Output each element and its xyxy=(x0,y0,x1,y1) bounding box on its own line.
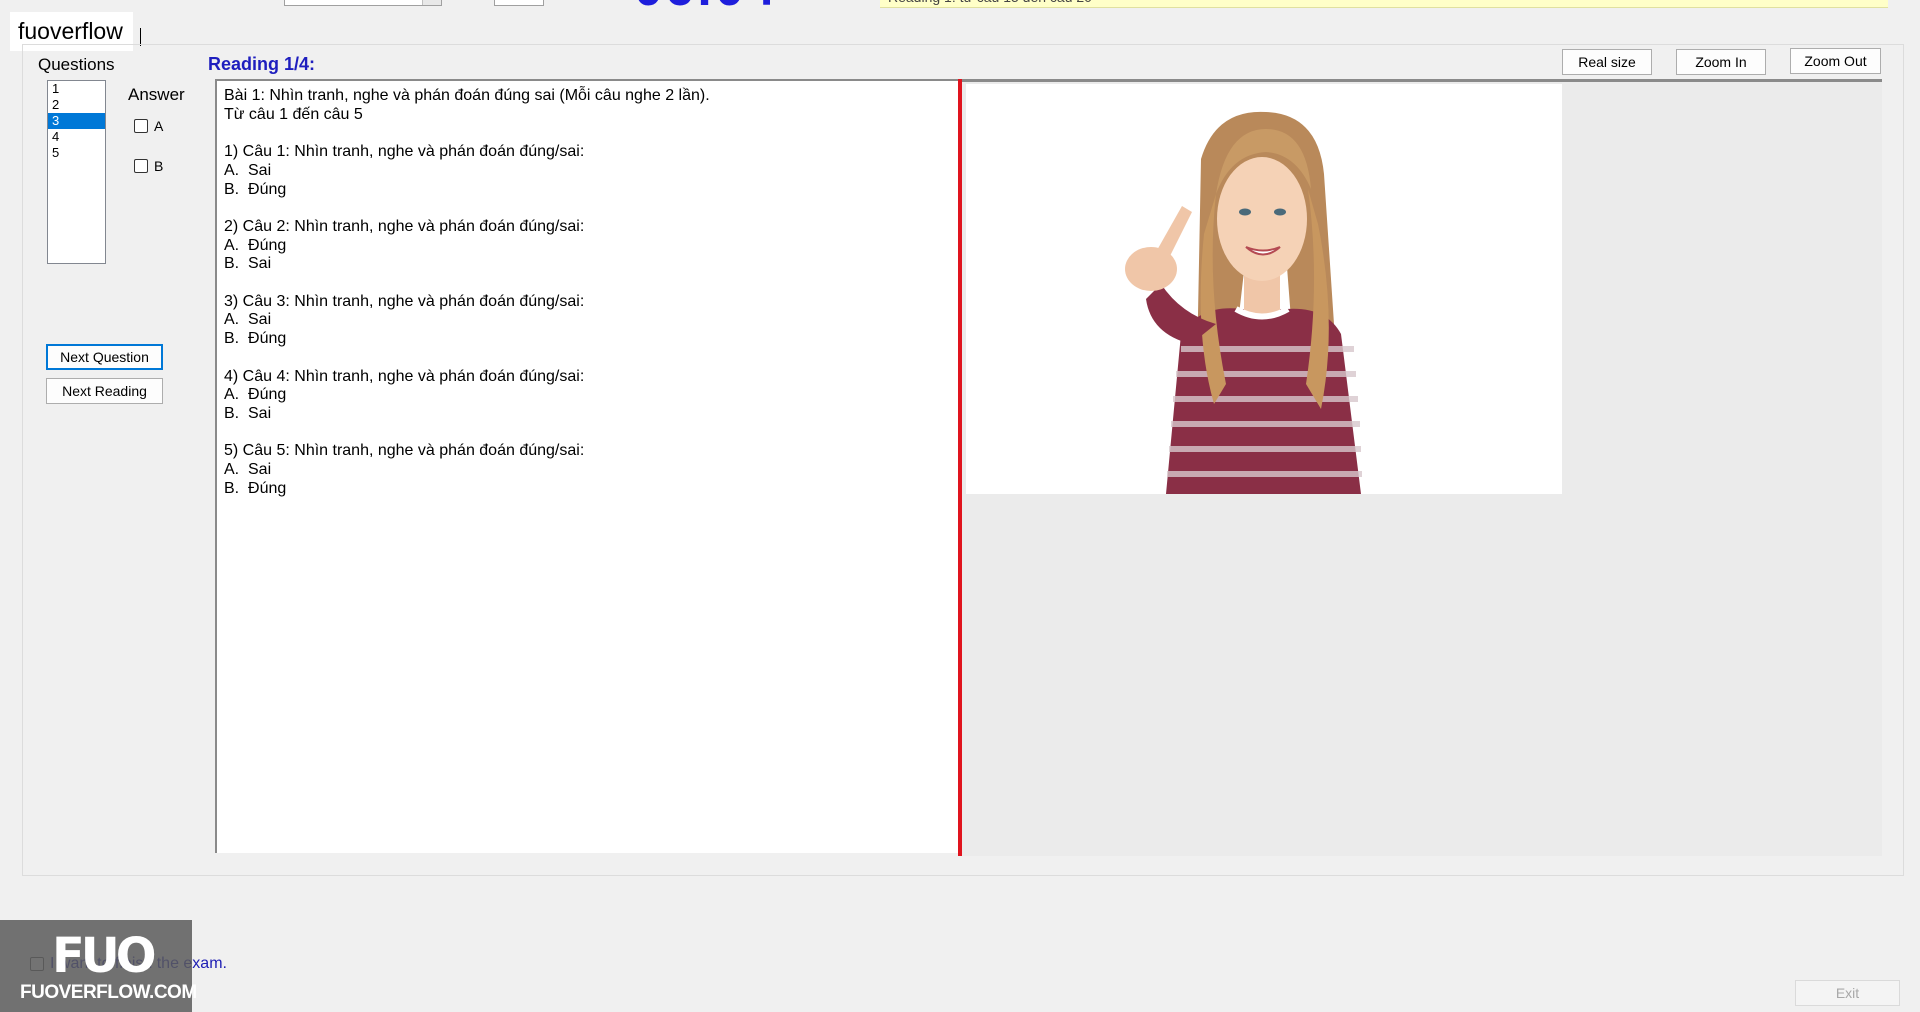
girl-pointing-image xyxy=(1125,111,1362,494)
checkbox-b[interactable] xyxy=(134,159,148,173)
watermark-logo: FUO FUOVERFLOW.COM xyxy=(0,920,197,1012)
exam-code-combo[interactable] xyxy=(284,0,442,6)
next-question-button[interactable]: Next Question xyxy=(46,344,163,370)
answer-option-a[interactable]: A xyxy=(134,118,163,134)
answer-label: Answer xyxy=(128,85,185,104)
answer-option-b-label: B xyxy=(154,158,164,174)
checkbox-a[interactable] xyxy=(134,119,148,133)
question-item-2[interactable]: 2 xyxy=(48,97,105,113)
zoom-in-button[interactable]: Zoom In xyxy=(1676,49,1766,75)
font-size-spinner[interactable] xyxy=(494,0,544,6)
reading-text-panel[interactable]: Bài 1: Nhìn tranh, nghe và phán đoán đún… xyxy=(215,79,958,853)
exit-button: Exit xyxy=(1795,980,1900,1006)
question-item-4[interactable]: 4 xyxy=(48,129,105,145)
timer-display: 06:04 xyxy=(634,0,777,14)
questions-list[interactable]: 1 2 3 4 5 xyxy=(47,80,106,264)
image-panel xyxy=(962,79,1882,856)
reading-title: Reading 1/4: xyxy=(208,54,316,74)
questions-label: Questions xyxy=(38,55,115,74)
reading-banner: Reading 1: từ câu 15 đến câu 20 xyxy=(880,0,1888,8)
zoom-out-button[interactable]: Zoom Out xyxy=(1790,48,1881,74)
question-image xyxy=(966,84,1562,494)
answer-option-b[interactable]: B xyxy=(134,158,163,174)
question-item-1[interactable]: 1 xyxy=(48,81,105,97)
question-item-5[interactable]: 5 xyxy=(48,145,105,161)
real-size-button[interactable]: Real size xyxy=(1562,49,1652,75)
next-reading-button[interactable]: Next Reading xyxy=(46,378,163,404)
watermark-url: FUOVERFLOW.COM xyxy=(20,982,197,1003)
watermark-fuo-text: FUO xyxy=(52,928,157,984)
answer-option-a-label: A xyxy=(154,118,164,134)
chevron-down-icon[interactable] xyxy=(422,0,441,5)
question-item-3[interactable]: 3 xyxy=(48,113,105,129)
